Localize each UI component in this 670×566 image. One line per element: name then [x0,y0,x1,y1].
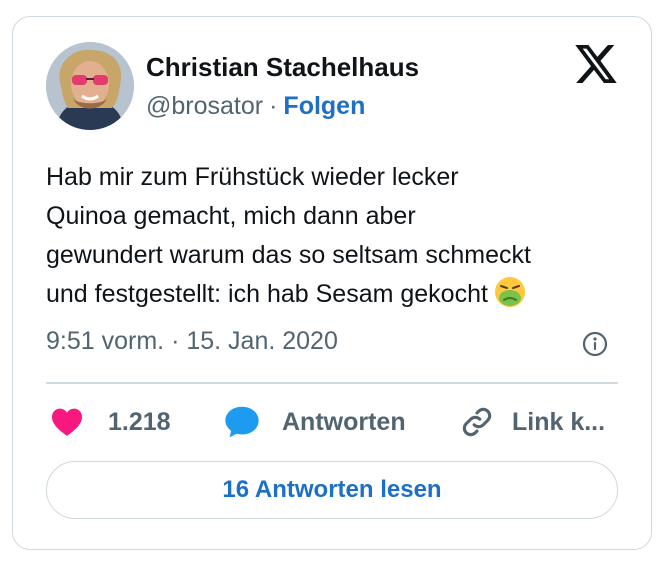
avatar-image [46,42,134,130]
reply-button[interactable]: Antworten [224,402,406,442]
info-icon[interactable] [582,331,608,357]
copy-link-button[interactable]: Link k... [460,402,605,442]
speech-bubble-icon [225,406,259,438]
divider [46,382,618,384]
tweet-time[interactable]: 9:51 vorm. [46,327,164,355]
author-handle-row: @brosator · Folgen [146,92,365,121]
copy-link-label: Link k... [512,407,606,436]
heart-icon [52,408,82,436]
follow-button[interactable]: Folgen [283,92,365,120]
tweet-date[interactable]: 15. Jan. 2020 [186,327,338,355]
x-logo-icon[interactable] [575,45,617,83]
tweet-line: gewundert warum das so seltsam schmeckt [46,241,531,269]
author-handle[interactable]: @brosator [146,92,263,120]
handle-separator: · [269,92,278,120]
link-icon [462,407,492,437]
meta-separator: · [171,327,180,355]
like-count: 1.218 [108,407,171,436]
action-bar: 1.218 Antworten Link k... [46,402,626,442]
nauseated-face-icon [494,277,525,307]
tweet-line: und festgestellt: ich hab Sesam gekocht [46,275,626,314]
read-replies-button[interactable]: 16 Antworten lesen [46,461,618,519]
tweet-line: Hab mir zum Frühstück wieder lecker [46,163,459,191]
tweet-timestamp-row: 9:51 vorm. · 15. Jan. 2020 [46,327,338,356]
reply-label: Antworten [282,407,406,436]
tweet-text: Hab mir zum Frühstück wieder lecker Quin… [46,158,626,314]
like-button[interactable]: 1.218 [50,402,171,442]
avatar[interactable] [46,42,134,130]
tweet-line: Quinoa gemacht, mich dann aber [46,202,416,230]
tweet-line-text: und festgestellt: ich hab Sesam gekocht [46,280,488,308]
author-name[interactable]: Christian Stachelhaus [146,52,419,83]
